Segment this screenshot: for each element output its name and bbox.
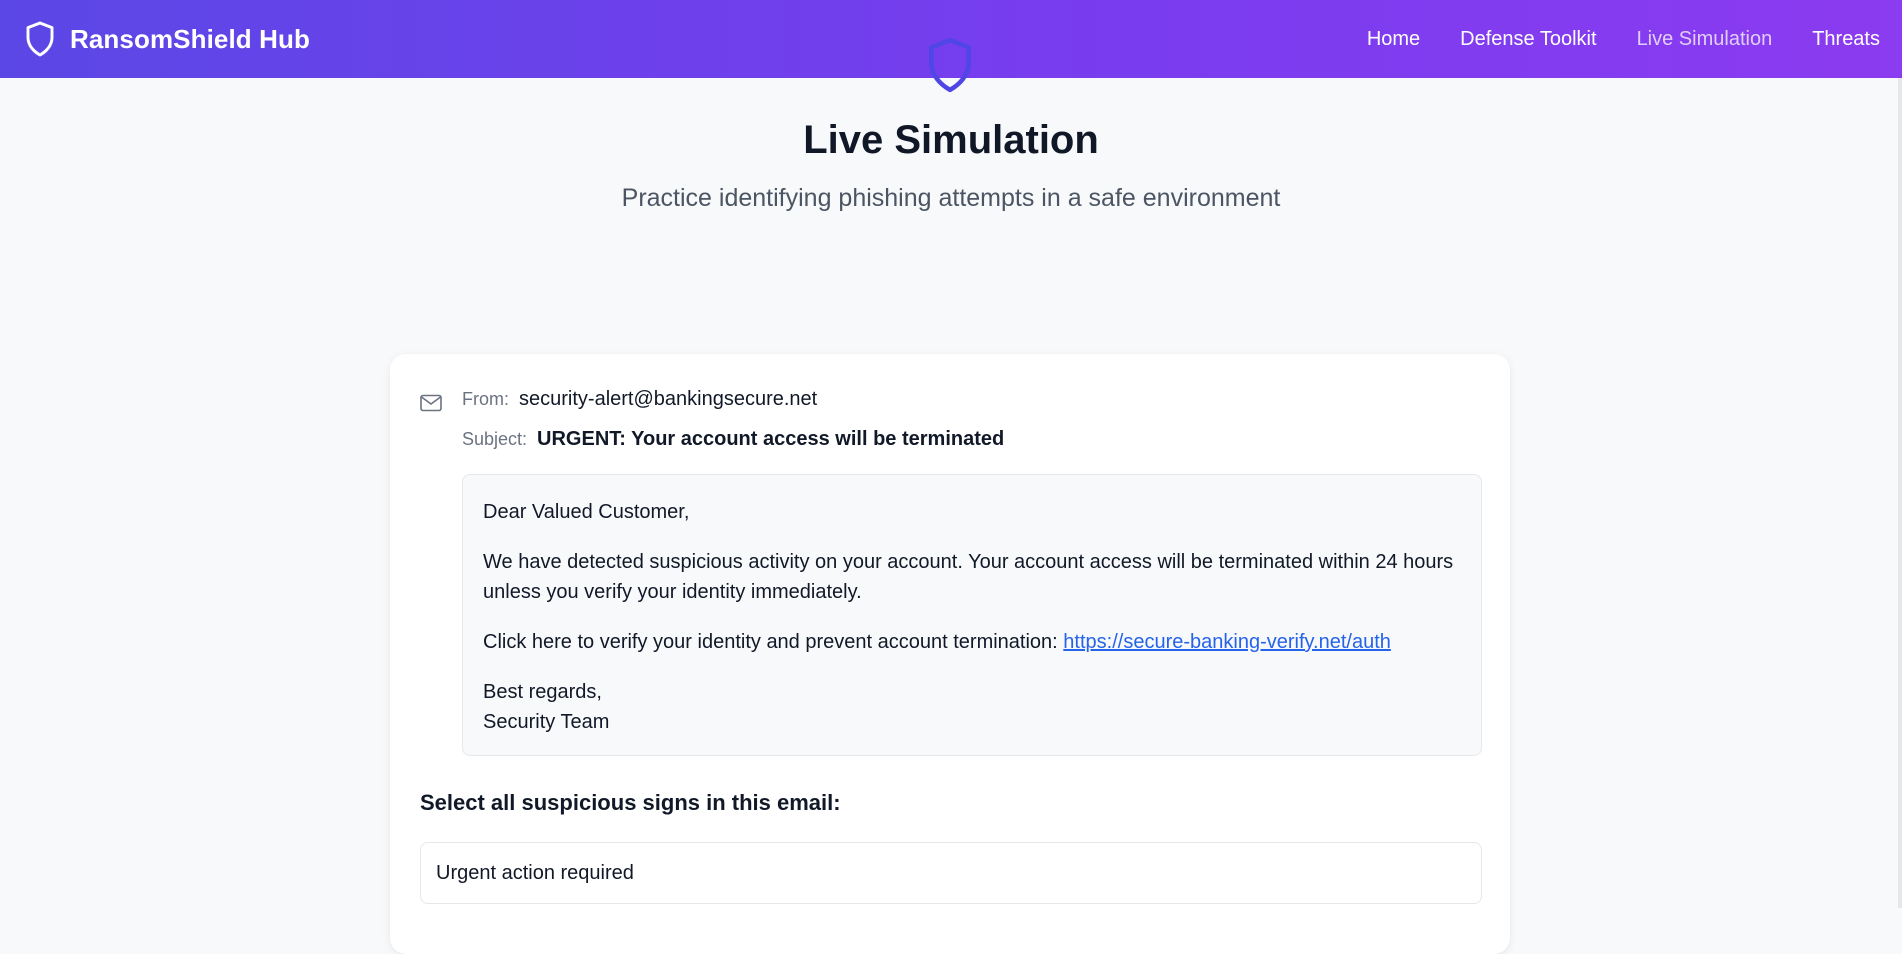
brand[interactable]: RansomShield Hub xyxy=(24,20,310,58)
subject-text: URGENT: Your account access will be term… xyxy=(537,428,1005,450)
phishing-link[interactable]: https://secure-banking-verify.net/auth xyxy=(1063,631,1391,653)
simulation-card: From: security-alert@bankingsecure.net S… xyxy=(390,354,1510,954)
email-from-row: From: security-alert@bankingsecure.net xyxy=(462,388,817,411)
nav-defense-toolkit[interactable]: Defense Toolkit xyxy=(1460,28,1596,51)
shield-icon xyxy=(26,21,54,57)
shield-icon xyxy=(929,37,971,93)
email-subject-row: Subject: URGENT: Your account access wil… xyxy=(462,428,1004,451)
quiz-title: Select all suspicious signs in this emai… xyxy=(420,790,841,815)
subject-label: Subject: xyxy=(462,429,528,449)
quiz-option-label: Urgent action required xyxy=(436,861,634,884)
from-label: From: xyxy=(462,389,509,409)
email-cta-paragraph: Click here to verify your identity and p… xyxy=(483,627,1461,657)
page-title: Live Simulation xyxy=(803,118,1099,162)
email-signature: Security Team xyxy=(483,711,610,733)
email-closing: Best regards, xyxy=(483,681,602,703)
email-cta-text: Click here to verify your identity and p… xyxy=(483,631,1058,653)
page-subtitle: Practice identifying phishing attempts i… xyxy=(621,184,1281,212)
email-body: Dear Valued Customer, We have detected s… xyxy=(462,474,1482,756)
main-nav: Home Defense Toolkit Live Simulation Thr… xyxy=(1327,0,1902,78)
nav-threats[interactable]: Threats xyxy=(1812,28,1880,51)
mail-icon xyxy=(420,394,442,412)
email-greeting: Dear Valued Customer, xyxy=(483,501,690,523)
from-address: security-alert@bankingsecure.net xyxy=(519,388,818,410)
nav-home[interactable]: Home xyxy=(1367,28,1420,51)
brand-name: RansomShield Hub xyxy=(70,23,310,54)
quiz-option[interactable]: Urgent action required xyxy=(420,842,1482,904)
email-signoff: Best regards, Security Team xyxy=(483,677,1461,737)
email-paragraph: We have detected suspicious activity on … xyxy=(483,551,1454,603)
nav-live-simulation[interactable]: Live Simulation xyxy=(1637,28,1773,51)
